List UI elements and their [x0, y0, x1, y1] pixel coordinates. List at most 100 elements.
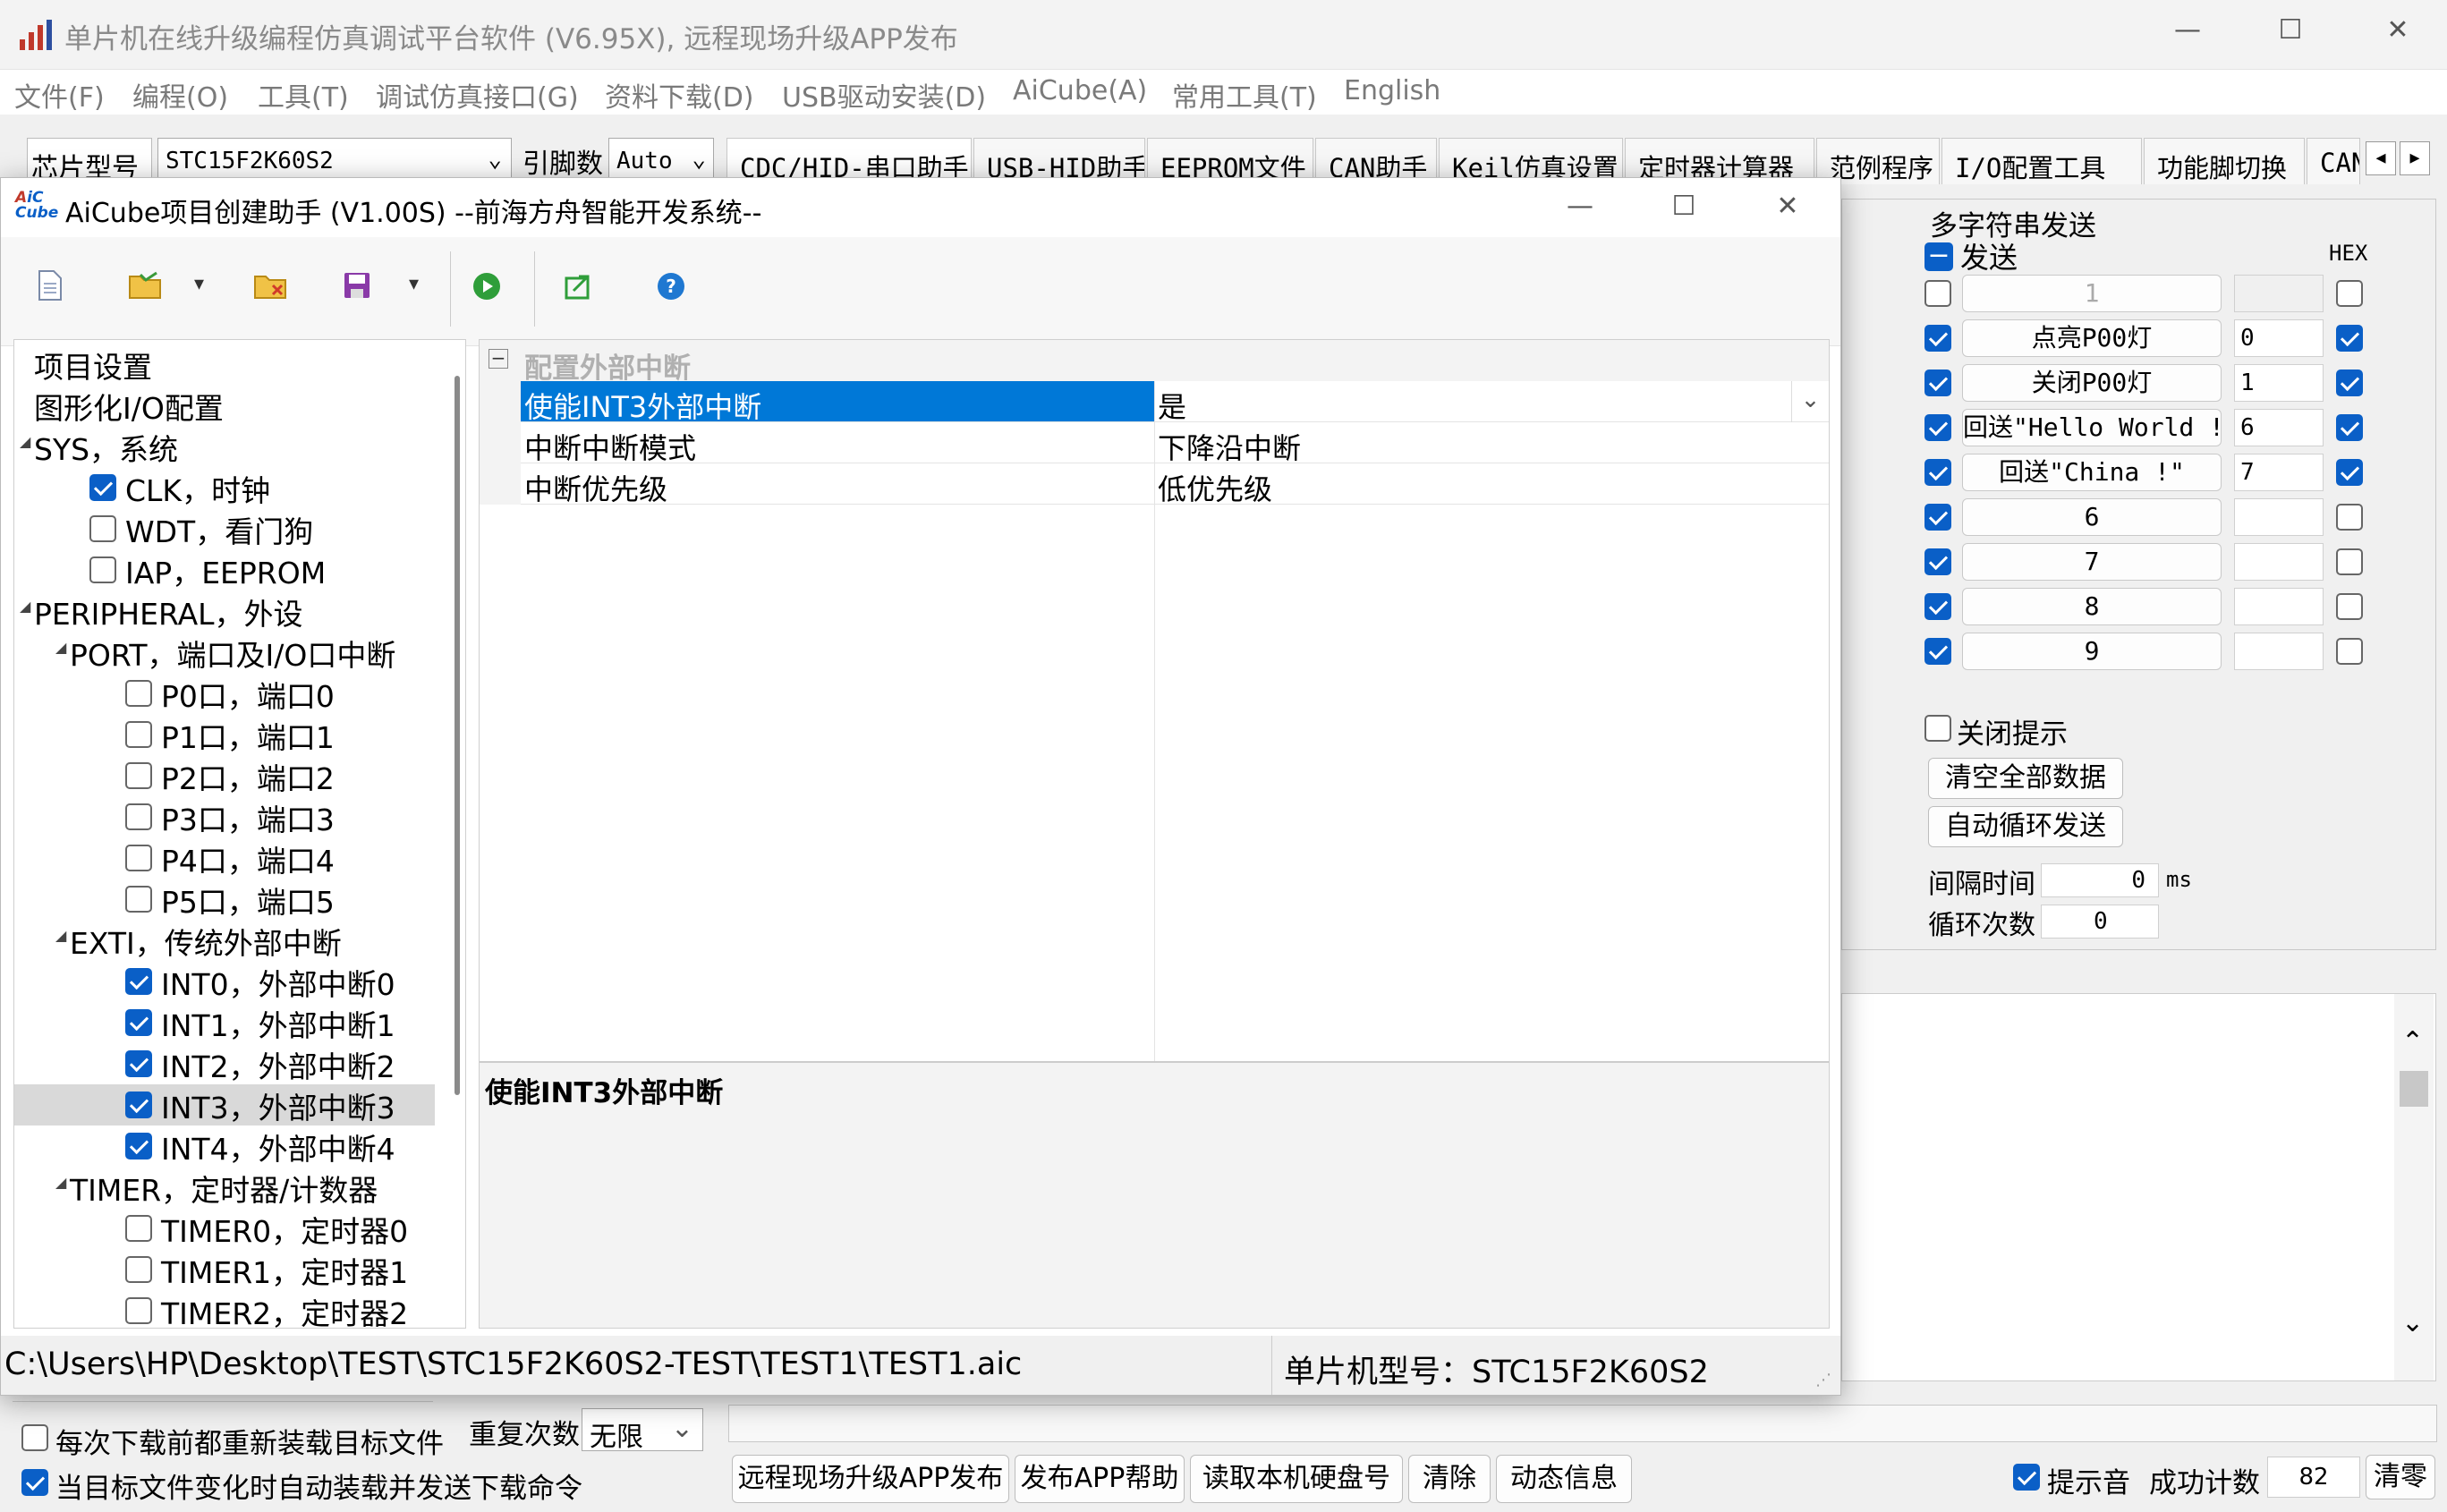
menu-item[interactable]: English	[1344, 75, 1440, 106]
tree-node[interactable]: TIMER0，定时器0	[14, 1208, 435, 1249]
send-row-input[interactable]	[2234, 633, 2324, 670]
tree-node-checkbox[interactable]	[89, 515, 116, 542]
receive-scrollbar[interactable]: ⌃ ⌄	[2394, 994, 2434, 1380]
send-row-button[interactable]: 1	[1962, 275, 2222, 312]
dialog-minimize-button[interactable]: —	[1549, 191, 1611, 222]
tree-node[interactable]: ◢ EXTI，传统外部中断	[14, 920, 435, 961]
expand-icon[interactable]: ◢	[55, 1174, 66, 1191]
hex-checkbox[interactable]	[2336, 638, 2363, 665]
help-icon[interactable]: ?	[656, 271, 686, 302]
tree-node[interactable]: INT4，外部中断4	[14, 1126, 435, 1167]
tree-node[interactable]: TIMER1，定时器1	[14, 1249, 435, 1290]
send-row-input[interactable]	[2234, 588, 2324, 625]
tree-node-checkbox[interactable]	[125, 968, 152, 995]
dialog-maximize-button[interactable]: ☐	[1653, 191, 1715, 222]
expand-icon[interactable]: ◢	[20, 433, 30, 450]
hex-checkbox[interactable]	[2336, 370, 2363, 396]
hex-checkbox[interactable]	[2336, 593, 2363, 620]
property-value-cell[interactable]: 低优先级	[1154, 463, 1829, 506]
close-project-icon[interactable]	[253, 271, 287, 300]
send-row-checkbox[interactable]	[1924, 414, 1951, 441]
menu-item[interactable]: 工具(T)	[258, 75, 349, 115]
tree-node[interactable]: TIMER2，定时器2	[14, 1290, 435, 1328]
reset-count-button[interactable]: 清零	[2366, 1455, 2435, 1499]
send-row-checkbox[interactable]	[1924, 459, 1951, 486]
send-row-input[interactable]	[2234, 498, 2324, 536]
tree-node-checkbox[interactable]	[125, 680, 152, 707]
tab[interactable]: 功能脚切换	[2144, 138, 2305, 184]
bottom-button[interactable]: 清除	[1408, 1455, 1491, 1503]
tree-node-checkbox[interactable]	[125, 1297, 152, 1324]
clear-all-data-button[interactable]: 清空全部数据	[1928, 758, 2123, 799]
tree-node[interactable]: P5口，端口5	[14, 879, 435, 920]
tree-scrollbar[interactable]	[455, 376, 460, 1095]
property-name-cell[interactable]: 使能INT3外部中断	[521, 381, 1154, 424]
property-group-header[interactable]: − 配置外部中断	[480, 340, 1829, 385]
expand-icon[interactable]: ◢	[55, 639, 66, 656]
hex-checkbox[interactable]	[2336, 325, 2363, 352]
tree-node-checkbox[interactable]	[125, 845, 152, 871]
tree-node[interactable]: IAP，EEPROM	[14, 549, 435, 590]
send-row-checkbox[interactable]	[1924, 504, 1951, 531]
collapse-icon[interactable]: −	[1924, 242, 1953, 271]
tab[interactable]: I/O配置工具	[1941, 138, 2142, 184]
send-row-input[interactable]: 7	[2234, 454, 2324, 491]
tab-scroll-left-button[interactable]: ◂	[2366, 141, 2396, 175]
tree-node[interactable]: ◢ SYS，系统	[14, 426, 435, 467]
send-row-button[interactable]: 点亮P00灯	[1962, 319, 2222, 357]
config-tree[interactable]: 项目设置 图形化I/O配置 ◢ SYS，系统 CLK，时钟 WDT，看门狗 IAP，EEPR…	[13, 339, 466, 1329]
bottom-button[interactable]: 动态信息	[1496, 1455, 1632, 1503]
tree-node[interactable]: ◢ PORT，端口及I/O口中断	[14, 632, 435, 673]
beep-checkbox[interactable]	[2013, 1464, 2040, 1491]
tree-node[interactable]: INT3，外部中断3	[14, 1084, 435, 1126]
send-row-input[interactable]: 1	[2234, 364, 2324, 402]
tree-node-checkbox[interactable]	[125, 803, 152, 830]
send-row-checkbox[interactable]	[1924, 638, 1951, 665]
hex-checkbox[interactable]	[2336, 548, 2363, 575]
menu-item[interactable]: USB驱动安装(D)	[782, 75, 986, 115]
send-row-button[interactable]: 8	[1962, 588, 2222, 625]
tree-node[interactable]: INT2，外部中断2	[14, 1043, 435, 1084]
send-row-checkbox[interactable]	[1924, 548, 1951, 575]
menu-item[interactable]: 编程(O)	[132, 75, 228, 115]
property-name-cell[interactable]: 中断优先级	[521, 463, 1154, 506]
dialog-close-button[interactable]: ✕	[1756, 191, 1819, 222]
open-dropdown-icon[interactable]: ▾	[194, 273, 204, 295]
tree-node[interactable]: ◢ TIMER，定时器/计数器	[14, 1167, 435, 1208]
property-name-cell[interactable]: 中断中断模式	[521, 422, 1154, 465]
export-icon[interactable]	[565, 271, 597, 300]
send-row-input[interactable]	[2234, 275, 2324, 312]
send-row-checkbox[interactable]	[1924, 280, 1951, 307]
tree-node[interactable]: 项目设置	[14, 344, 435, 385]
menu-item[interactable]: 资料下载(D)	[605, 75, 754, 115]
close-tip-checkbox[interactable]	[1924, 715, 1951, 742]
send-row-button[interactable]: 回送"China !"	[1962, 454, 2222, 491]
group-collapse-icon[interactable]: −	[489, 349, 508, 369]
bottom-button[interactable]: 远程现场升级APP发布	[732, 1455, 1009, 1503]
tree-node[interactable]: P1口，端口1	[14, 714, 435, 755]
minimize-button[interactable]: —	[2156, 14, 2219, 46]
tree-node-checkbox[interactable]	[125, 1009, 152, 1036]
save-dropdown-icon[interactable]: ▾	[409, 273, 419, 295]
tree-node-checkbox[interactable]	[89, 556, 116, 583]
bottom-button[interactable]: 发布APP帮助	[1015, 1455, 1185, 1503]
tree-node-checkbox[interactable]	[89, 474, 116, 501]
tree-node-checkbox[interactable]	[125, 762, 152, 789]
tree-node[interactable]: P3口，端口3	[14, 796, 435, 837]
send-row-checkbox[interactable]	[1924, 325, 1951, 352]
scroll-thumb[interactable]	[2400, 1071, 2428, 1107]
new-file-icon[interactable]	[37, 269, 64, 302]
tree-node-checkbox[interactable]	[125, 1133, 152, 1159]
scroll-up-icon[interactable]: ⌃	[2401, 1026, 2424, 1058]
loop-count-input[interactable]: 0	[2041, 905, 2159, 939]
menu-item[interactable]: AiCube(A)	[1013, 75, 1147, 106]
send-row-button[interactable]: 回送"Hello World !"	[1962, 409, 2222, 446]
run-icon[interactable]	[472, 271, 502, 302]
maximize-button[interactable]: ☐	[2259, 14, 2322, 46]
chevron-down-icon[interactable]: ⌄	[1791, 381, 1829, 422]
tree-node-checkbox[interactable]	[125, 1092, 152, 1118]
send-row-button[interactable]: 7	[1962, 543, 2222, 581]
hex-checkbox[interactable]	[2336, 414, 2363, 441]
auto-reload-checkbox[interactable]	[21, 1469, 48, 1496]
tree-node[interactable]: ◢ PERIPHERAL，外设	[14, 590, 435, 632]
